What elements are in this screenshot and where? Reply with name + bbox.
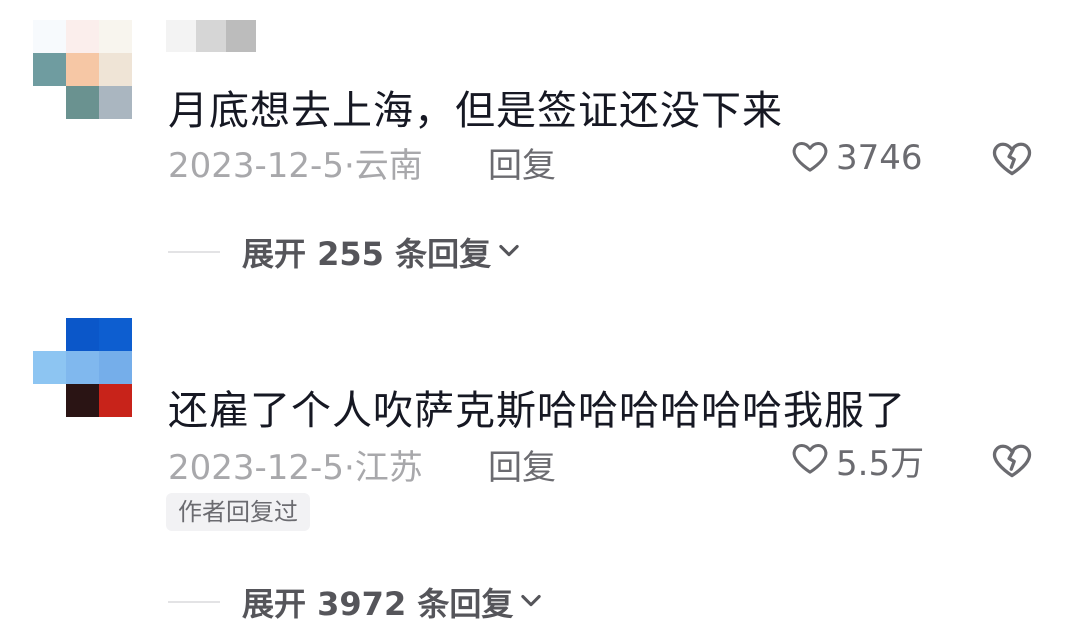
divider-line <box>168 251 220 253</box>
avatar-pixel <box>66 20 99 53</box>
like-button[interactable]: 3746 <box>790 136 923 180</box>
avatar-pixel <box>99 20 132 53</box>
avatar-pixel <box>66 86 99 119</box>
dislike-button[interactable] <box>990 438 1034 482</box>
author-replied-badge: 作者回复过 <box>166 493 310 531</box>
meta-separator: · <box>343 448 355 488</box>
chevron-down-icon <box>491 236 523 268</box>
heart-outline-icon <box>790 136 830 180</box>
expand-replies-label: 展开 3972 条回复 <box>242 585 514 623</box>
avatar-pixel <box>66 384 99 417</box>
avatar-pixel <box>33 86 66 119</box>
avatar[interactable] <box>33 20 133 120</box>
like-button[interactable]: 5.5万 <box>790 438 925 484</box>
reply-button[interactable]: 回复 <box>488 138 556 187</box>
username-pixel <box>226 20 256 52</box>
expand-replies-label: 展开 255 条回复 <box>242 235 492 273</box>
heart-outline-icon <box>790 438 830 482</box>
dislike-button[interactable] <box>990 136 1034 180</box>
comment-date: 2023-12-5 <box>168 146 344 186</box>
comment-location: 云南 <box>354 146 423 186</box>
chevron-down-icon <box>513 586 545 618</box>
avatar-pixel <box>99 384 132 417</box>
meta-separator: · <box>343 146 355 186</box>
comment-text: 月底想去上海，但是签证还没下来 <box>168 88 783 134</box>
expand-replies-button[interactable]: 展开 255 条回复 <box>168 230 523 274</box>
avatar-pixel <box>66 53 99 86</box>
avatar-pixel <box>99 318 132 351</box>
avatar-pixel <box>66 318 99 351</box>
divider-line <box>168 601 220 603</box>
comment-date: 2023-12-5 <box>168 448 344 488</box>
username-pixel <box>196 20 226 52</box>
comment-location: 江苏 <box>354 448 423 488</box>
like-count: 5.5万 <box>836 443 925 484</box>
avatar-pixel <box>66 351 99 384</box>
like-count: 3746 <box>836 138 923 178</box>
broken-heart-icon <box>990 444 1034 486</box>
avatar[interactable] <box>33 318 133 418</box>
avatar-pixel <box>99 53 132 86</box>
avatar-pixel <box>33 318 66 351</box>
avatar-pixel <box>99 351 132 384</box>
broken-heart-icon <box>990 142 1034 184</box>
reply-button[interactable]: 回复 <box>488 440 556 489</box>
avatar-pixel <box>33 351 66 384</box>
avatar-pixel <box>33 20 66 53</box>
expand-replies-button[interactable]: 展开 3972 条回复 <box>168 580 545 624</box>
comment-text: 还雇了个人吹萨克斯哈哈哈哈哈哈我服了 <box>168 388 906 434</box>
avatar-pixel <box>33 384 66 417</box>
comment-meta: 2023-12-5·云南 <box>168 138 423 187</box>
comment-meta: 2023-12-5·江苏 <box>168 440 423 489</box>
username-pixel <box>166 20 196 52</box>
avatar-pixel <box>99 86 132 119</box>
username-blurred[interactable] <box>166 20 256 52</box>
avatar-pixel <box>33 53 66 86</box>
